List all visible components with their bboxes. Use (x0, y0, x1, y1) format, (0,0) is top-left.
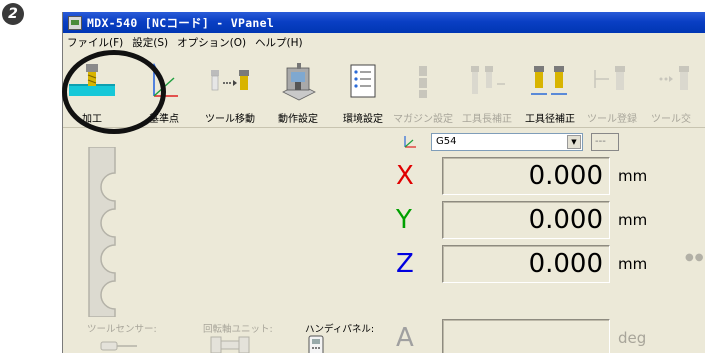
tool-move-icon (211, 70, 249, 91)
toolbar-label: ツール交 (651, 114, 691, 125)
menu-file[interactable]: ファイル(F) (67, 35, 123, 50)
axis-label: Y (396, 205, 412, 235)
handy-panel-label: ハンディパネル: (305, 324, 375, 335)
toolbar-label: 加工 (82, 114, 102, 125)
toolbar-button-magazine: マガジン設定 (393, 58, 453, 125)
unit-label: mm (618, 255, 648, 273)
app-icon (68, 15, 82, 30)
coordinate-readout: 0.000 (442, 245, 610, 283)
unit-label: deg (618, 329, 647, 347)
vpanel-window: MDX-540 [NCコード] - VPanel ファイル(F) 設定(S) オ… (62, 12, 705, 353)
toolbar-label: 工具径補正 (525, 114, 575, 125)
coordinate-readout: 0.000 (442, 157, 610, 195)
toolbar-label: 基準点 (149, 114, 179, 125)
handy-panel-icon[interactable] (307, 335, 325, 353)
axis-label: Z (396, 249, 414, 279)
origin-axes-icon (151, 63, 178, 97)
environment-settings-icon (350, 64, 376, 98)
tool-length-icon (471, 66, 505, 94)
tool-diameter-icon (531, 66, 567, 95)
machine-settings-icon (282, 63, 316, 101)
toolbar-button-tool-register: ツール登録 (583, 58, 641, 125)
toolbar-button-environment-settings[interactable]: 環境設定 (338, 58, 388, 125)
menu-options[interactable]: オプション(O) (177, 35, 246, 50)
toolbar: 加工 基準点 ツール移動 動作設定 環境設定 マガジン設定 工具長補正 工具径補… (63, 52, 705, 128)
workpiece-profile-icon (88, 147, 116, 317)
tool-sensor-label: ツールセンサー: (87, 324, 157, 335)
toolbar-label: ツール登録 (587, 114, 637, 125)
axis-label: X (396, 161, 414, 191)
toolbar-label: 工具長補正 (462, 114, 512, 125)
toolbar-button-tool-move[interactable]: ツール移動 (201, 58, 259, 125)
more-dots-icon: ●● (685, 252, 705, 263)
window-title: MDX-540 [NCコード] - VPanel (87, 15, 275, 30)
step-number-badge: 2 (2, 3, 24, 25)
unit-label: mm (618, 211, 648, 229)
toolbar-button-motion-settings[interactable]: 動作設定 (272, 58, 324, 125)
toolbar-button-origin[interactable]: 基準点 (141, 58, 187, 125)
tool-sensor-icon (100, 341, 137, 351)
coordinate-extra-field: --- (591, 133, 619, 151)
main-panel: G54 ▼ --- X 0.000 mm Y 0.000 mm ●● Z 0.0… (63, 129, 705, 353)
menu-bar: ファイル(F) 設定(S) オプション(O) ヘルプ(H) (63, 33, 705, 52)
toolbar-label: 動作設定 (278, 114, 318, 125)
toolbar-button-cut[interactable]: 加工 (65, 58, 119, 125)
toolbar-label: 環境設定 (343, 114, 383, 125)
coordinate-readout: 0.000 (442, 201, 610, 239)
rotary-unit-icon (210, 336, 250, 353)
toolbar-button-tool-change: ツール交 (645, 58, 705, 125)
title-bar[interactable]: MDX-540 [NCコード] - VPanel (63, 12, 705, 33)
toolbar-label: マガジン設定 (393, 114, 453, 125)
toolbar-button-tool-diameter[interactable]: 工具径補正 (519, 58, 581, 125)
mill-cutting-icon (69, 64, 115, 96)
coordinate-system-select[interactable]: G54 ▼ (431, 133, 583, 151)
toolbar-label: ツール移動 (205, 114, 255, 125)
unit-label: mm (618, 167, 648, 185)
coordinate-system-value: G54 (436, 136, 457, 147)
coordinate-system-icon (404, 136, 416, 148)
menu-settings[interactable]: 設定(S) (132, 35, 168, 50)
toolbar-button-tool-length: 工具長補正 (457, 58, 517, 125)
tool-change-icon (659, 66, 689, 90)
menu-help[interactable]: ヘルプ(H) (255, 35, 303, 50)
coordinate-readout (442, 319, 610, 353)
chevron-down-icon[interactable]: ▼ (567, 135, 581, 149)
axis-label: A (396, 323, 414, 353)
magazine-icon (419, 66, 427, 98)
rotary-unit-label: 回転軸ユニット: (203, 324, 273, 335)
tool-register-icon (594, 66, 625, 90)
